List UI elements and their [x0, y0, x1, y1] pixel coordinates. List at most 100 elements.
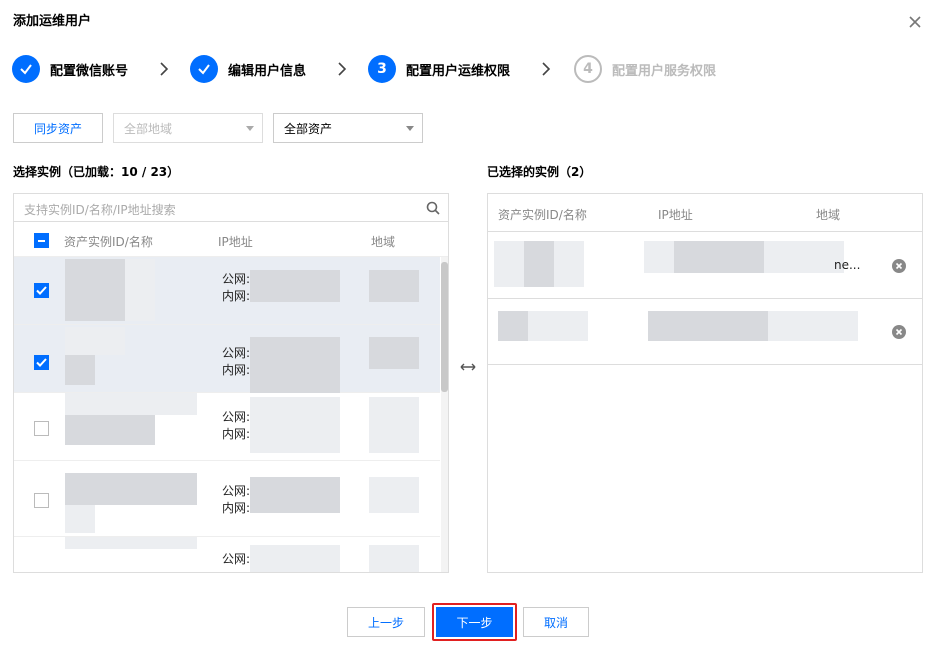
- public-ip-label: 公网:: [222, 346, 251, 360]
- selected-row: [488, 299, 922, 365]
- chevron-right-icon: [338, 62, 347, 76]
- table-row[interactable]: 公网: 内网:: [14, 461, 440, 537]
- redacted-name: [65, 537, 197, 549]
- search-input[interactable]: 支持实例ID/名称/IP地址搜索: [14, 194, 448, 222]
- redacted-region: [369, 477, 419, 513]
- cancel-button[interactable]: 取消: [523, 607, 589, 637]
- chevron-right-icon: [160, 62, 169, 76]
- private-ip-label: 内网:: [222, 427, 251, 441]
- column-header: IP地址: [218, 235, 253, 249]
- redacted-name: [528, 311, 588, 341]
- ip-address: 公网: 内网:: [222, 409, 250, 443]
- step-4-number: 4: [574, 55, 602, 83]
- ip-address: 公网: 内网:: [222, 345, 250, 379]
- check-icon: [36, 286, 47, 295]
- remove-circle-icon[interactable]: [892, 325, 906, 339]
- redacted-ip: [250, 270, 340, 302]
- public-ip-label: 公网:: [222, 410, 251, 424]
- public-ip-label: 公网:: [222, 272, 251, 286]
- previous-step-button[interactable]: 上一步: [347, 607, 425, 637]
- redacted-name: [125, 259, 155, 321]
- check-icon: [36, 358, 47, 367]
- asset-type-select[interactable]: 全部资产: [273, 113, 423, 143]
- select-all-checkbox[interactable]: [34, 233, 49, 248]
- public-ip-label: 公网:: [222, 552, 251, 566]
- redacted-name: [65, 415, 155, 445]
- step-3: 3 配置用户运维权限: [368, 54, 510, 84]
- ip-address: 公网:: [222, 551, 250, 568]
- column-header: 资产实例ID/名称: [64, 235, 153, 249]
- column-header: 资产实例ID/名称: [498, 208, 587, 222]
- selected-instances-panel: 资产实例ID/名称 IP地址 地域 ne...: [487, 193, 923, 573]
- chevron-right-icon: [542, 62, 551, 76]
- table-header: 资产实例ID/名称 IP地址 地域: [488, 194, 922, 232]
- caret-down-icon: [246, 126, 254, 131]
- step-1: 配置微信账号: [12, 54, 128, 84]
- column-header: 地域: [816, 208, 841, 222]
- table-row[interactable]: 公网: 内网:: [14, 393, 440, 461]
- row-checkbox[interactable]: [34, 283, 49, 298]
- row-checkbox[interactable]: [34, 355, 49, 370]
- selected-row: ne...: [488, 233, 922, 299]
- redacted-region: [369, 545, 419, 572]
- redacted-ip: [250, 397, 340, 453]
- redacted-name: [65, 393, 197, 415]
- redacted-region: [369, 337, 419, 369]
- redacted-name: [65, 259, 125, 321]
- sync-assets-button[interactable]: 同步资产: [13, 113, 103, 143]
- redacted-name: [65, 505, 95, 533]
- region-value: ne...: [834, 258, 861, 272]
- search-icon[interactable]: [426, 201, 440, 215]
- right-panel-title: 已选择的实例（2）: [487, 165, 592, 179]
- column-header: 地域: [371, 235, 396, 249]
- step-2: 编辑用户信息: [190, 54, 306, 84]
- redacted-name: [498, 311, 528, 341]
- step-3-label: 配置用户运维权限: [406, 63, 511, 79]
- instance-list-panel: 支持实例ID/名称/IP地址搜索 资产实例ID/名称 IP地址 地域 公网: 内…: [13, 193, 449, 573]
- public-ip-label: 公网:: [222, 484, 251, 498]
- search-placeholder: 支持实例ID/名称/IP地址搜索: [24, 203, 176, 217]
- private-ip-label: 内网:: [222, 289, 251, 303]
- asset-type-select-value: 全部资产: [284, 121, 333, 136]
- step-4-label: 配置用户服务权限: [612, 63, 717, 79]
- swap-horizontal-icon: [460, 363, 476, 371]
- row-checkbox[interactable]: [34, 493, 49, 508]
- table-header: 资产实例ID/名称 IP地址 地域: [14, 223, 448, 257]
- redacted-ip: [648, 311, 768, 341]
- redacted-ip: [250, 477, 340, 513]
- ip-address: 公网: 内网:: [222, 483, 250, 517]
- row-checkbox[interactable]: [34, 421, 49, 436]
- step-2-label: 编辑用户信息: [228, 63, 307, 79]
- step-3-number: 3: [368, 55, 396, 83]
- close-icon[interactable]: [905, 12, 925, 32]
- redacted-name: [65, 355, 95, 385]
- step-4: 4 配置用户服务权限: [574, 54, 716, 84]
- table-row[interactable]: 公网: 内网:: [14, 257, 440, 325]
- redacted-name: [65, 327, 125, 355]
- private-ip-label: 内网:: [222, 363, 251, 377]
- column-header: IP地址: [658, 208, 693, 222]
- redacted-ip: [250, 545, 340, 572]
- table-row[interactable]: 公网:: [14, 537, 440, 572]
- dialog-title: 添加运维用户: [13, 14, 92, 29]
- next-step-button[interactable]: 下一步: [436, 607, 513, 637]
- redacted-ip: [250, 337, 340, 393]
- left-panel-title: 选择实例（已加载：10 / 23）: [13, 165, 180, 179]
- step-1-label: 配置微信账号: [50, 63, 129, 79]
- redacted-region: [369, 270, 419, 302]
- region-select[interactable]: 全部地域: [113, 113, 263, 143]
- redacted-name: [65, 473, 197, 505]
- scrollbar-thumb[interactable]: [441, 262, 448, 392]
- check-icon: [12, 55, 40, 83]
- redacted-region: [369, 397, 419, 453]
- redacted-name: [524, 241, 554, 287]
- redacted-ip: [674, 241, 764, 273]
- ip-address: 公网: 内网:: [222, 271, 250, 305]
- region-select-value: 全部地域: [124, 121, 173, 136]
- table-row[interactable]: 公网: 内网:: [14, 325, 440, 393]
- caret-down-icon: [406, 126, 414, 131]
- remove-circle-icon[interactable]: [892, 259, 906, 273]
- private-ip-label: 内网:: [222, 501, 251, 515]
- check-icon: [190, 55, 218, 83]
- redacted-ip: [768, 311, 858, 341]
